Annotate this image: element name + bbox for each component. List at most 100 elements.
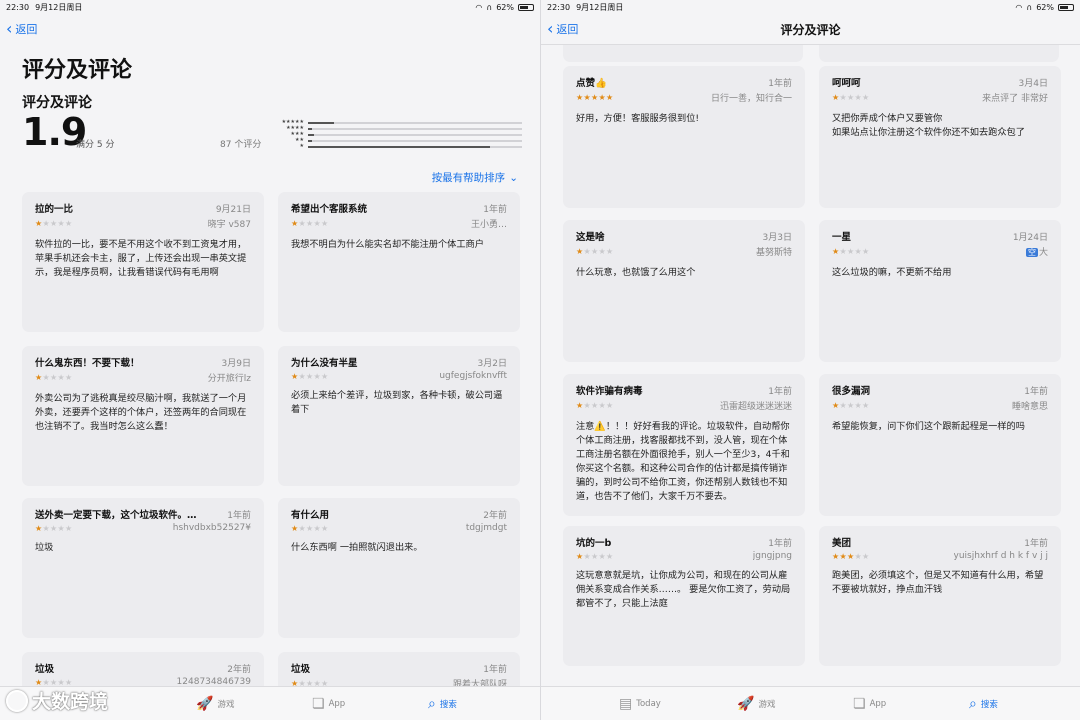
review-title: 美团: [832, 538, 852, 549]
star-empty-icon: ★: [313, 219, 321, 228]
review-date: 3月3日: [762, 233, 792, 243]
review-card[interactable]: 有什么用 2年前 ★★★★★ tdgjmdgt 什么东西啊 一拍照就闪退出来。: [278, 498, 520, 638]
histogram-fill: [308, 127, 313, 130]
back-button[interactable]: ‹ 返回: [541, 21, 578, 37]
author-name: tdgjmdgt: [465, 523, 507, 533]
review-date: 1年前: [768, 79, 792, 89]
review-date: 2年前: [227, 665, 251, 675]
star-empty-icon: ★: [583, 247, 591, 256]
review-date: 1年前: [483, 665, 507, 675]
tab-games[interactable]: 🚀 游戏: [196, 696, 234, 712]
tab-label: 游戏: [217, 699, 235, 710]
star-empty-icon: ★: [57, 523, 65, 533]
rating-count: 87 个评分: [220, 140, 262, 150]
review-card[interactable]: 一星 1月24日 ★★★★★ 空大这么垃圾的嘛，不更新不给用: [819, 220, 1061, 362]
review-title: 坑的一b: [576, 538, 612, 549]
review-date: 1年前: [1024, 387, 1048, 397]
review-card[interactable]: 什么鬼东西！不要下载！ 3月9日 ★★★★★ 分开旅行lz 外卖公司为了逃税真是绞尽脑汁…: [22, 346, 264, 486]
review-card[interactable]: 拉的一比 9月21日 ★★★★★ 晓宇 v587 软件拉的一比，要不是不用这个收不到工资…: [22, 192, 264, 332]
histogram-row: ★★: [278, 138, 522, 143]
star-empty-icon: ★: [583, 401, 591, 410]
wifi-icon: ◠: [1015, 2, 1023, 12]
tab-apps[interactable]: ❏ App: [853, 696, 886, 712]
histogram-row: ★★★: [278, 132, 522, 137]
star-filled-icon: ★: [583, 93, 591, 102]
review-card[interactable]: 送外卖一定要下载，这个垃圾软件。不… 1年前 ★★★★★ hshvdbxb52527¥…: [22, 498, 264, 638]
review-card[interactable]: 很多漏洞 1年前 ★★★★★ 睡啥意思 希望能恢复，问下你们这个跟新起程是一样的吗: [819, 374, 1061, 516]
review-date: 3月9日: [221, 359, 251, 369]
review-card[interactable]: 呵呵呵 3月4日 ★★★★★ 来点评了 非常好 又把你弄成个体户又要管你 如果站点让你注…: [819, 66, 1061, 208]
tab-label: 搜索: [980, 699, 998, 710]
star-empty-icon: ★: [861, 401, 870, 410]
star-empty-icon: ★: [57, 219, 65, 228]
tab-search[interactable]: ⌕ 搜索: [969, 696, 998, 712]
review-card[interactable]: 点赞👍 1年前 ★★★★★ 日行一善，知行合一 好用，方便！客服服务很到位!: [563, 66, 805, 208]
review-author: 基努斯特: [756, 245, 792, 258]
histogram-fill: [308, 121, 334, 124]
review-stars: ★★★★★: [291, 524, 328, 533]
review-stars: ★★★★★: [576, 93, 613, 102]
review-title: 希望出个客服系统: [291, 204, 368, 215]
star-empty-icon: ★: [42, 219, 50, 228]
status-date: 9月12日周日: [576, 2, 624, 12]
back-button[interactable]: ‹ 返回: [0, 21, 37, 37]
review-author: ugfegjsfoknvfft: [439, 371, 507, 381]
review-author: 晓宇 v587: [208, 217, 251, 230]
review-title: 垃圾: [35, 664, 55, 675]
review-card[interactable]: 坑的一b 1年前 ★★★★★ jgngjpng 这玩意意就是坑，让你成为公司，和现在的公…: [563, 526, 805, 666]
author-name: ugfegjsfoknvfft: [439, 371, 507, 381]
review-date: 1年前: [227, 511, 251, 521]
nav-divider: [541, 44, 1080, 45]
review-body: 我想不明白为什么能实名却不能注册个体工商户: [291, 239, 484, 250]
review-body: 又把你弄成个体户又要管你 如果站点让你注册这个软件你还不如去跑众包了: [832, 113, 1025, 138]
back-label: 返回: [556, 23, 579, 36]
review-body: 这么垃圾的嘛，不更新不给用: [832, 267, 952, 278]
chevron-down-icon: ⌄: [509, 171, 518, 184]
histogram-bar: [308, 121, 522, 124]
review-body: 必须上来给个差评，垃圾到家，各种卡顿，破公司逼着下: [291, 390, 503, 415]
tab-label: 搜索: [439, 699, 457, 710]
review-card[interactable]: 为什么没有半星 3月2日 ★★★★★ ugfegjsfoknvfft 必须上来给个差评，…: [278, 346, 520, 486]
tab-label: 游戏: [758, 699, 776, 710]
review-author: 日行一善，知行合一: [711, 91, 792, 104]
status-bar: 22:30 9月12日周日 ◠ ∩ 62%: [0, 0, 540, 14]
back-label: 返回: [15, 23, 38, 36]
star-empty-icon: ★: [854, 401, 862, 410]
review-card[interactable]: 这是啥 3月3日 ★★★★★ 基努斯特 什么玩意，也就饿了么用这个: [563, 220, 805, 362]
tab-today[interactable]: ▤ Today: [619, 696, 661, 712]
review-card[interactable]: 美团 1年前 ★★★★★ yuisjhxhrf d h k f v j j 跑美团，必须…: [819, 526, 1061, 666]
headphone-icon: ∩: [486, 2, 493, 12]
sort-label: 按最有帮助排序: [431, 172, 506, 184]
section-title: 评分及评论: [22, 95, 92, 111]
left-screen: 22:30 9月12日周日 ◠ ∩ 62% ‹ 返回 评分及评论 评分及评论 1…: [0, 0, 540, 720]
battery-icon: [518, 3, 534, 11]
star-empty-icon: ★: [298, 219, 306, 228]
review-card[interactable]: 软件诈骗有病毒 1年前 ★★★★★ 迅雷超级迷迷迷迷 注意⚠️！！！好好看我的评论。垃圾…: [563, 374, 805, 516]
review-author: jgngjpng: [753, 551, 792, 561]
layers-icon: ❏: [853, 695, 866, 712]
review-title: 点赞👍: [576, 78, 607, 89]
review-body: 好用，方便！客服服务很到位!: [576, 113, 700, 124]
layers-icon: ❏: [312, 695, 325, 712]
star-empty-icon: ★: [42, 523, 50, 533]
star-empty-icon: ★: [64, 219, 73, 228]
tab-search[interactable]: ⌕ 搜索: [428, 696, 457, 712]
review-date: 1月24日: [1012, 233, 1048, 243]
review-body: 注意⚠️！！！好好看我的评论。垃圾软件，自动帮你个体工商注册，找客服都找不到，没…: [576, 421, 790, 502]
review-date: 3月2日: [477, 359, 507, 369]
review-stars: ★★★★★: [576, 247, 613, 256]
star-empty-icon: ★: [583, 551, 591, 561]
sort-button[interactable]: 按最有帮助排序 ⌄: [432, 170, 518, 185]
star-empty-icon: ★: [57, 373, 65, 382]
tab-apps[interactable]: ❏ App: [312, 696, 345, 712]
status-time: 22:30: [547, 2, 571, 12]
review-author: 空大: [1025, 245, 1048, 258]
review-card[interactable]: 希望出个客服系统 1年前 ★★★★★ 王小勇… 我想不明白为什么能实名却不能注册个体工商…: [278, 192, 520, 332]
review-stars: ★★★★★: [291, 372, 328, 381]
battery-percent: 62%: [1036, 2, 1054, 12]
tab-games[interactable]: 🚀 游戏: [737, 696, 775, 712]
search-icon: ⌕: [969, 695, 977, 712]
tab-label: App: [869, 698, 887, 709]
review-stars: ★★★★★: [35, 524, 72, 533]
review-stars: ★★★★★: [35, 373, 72, 382]
